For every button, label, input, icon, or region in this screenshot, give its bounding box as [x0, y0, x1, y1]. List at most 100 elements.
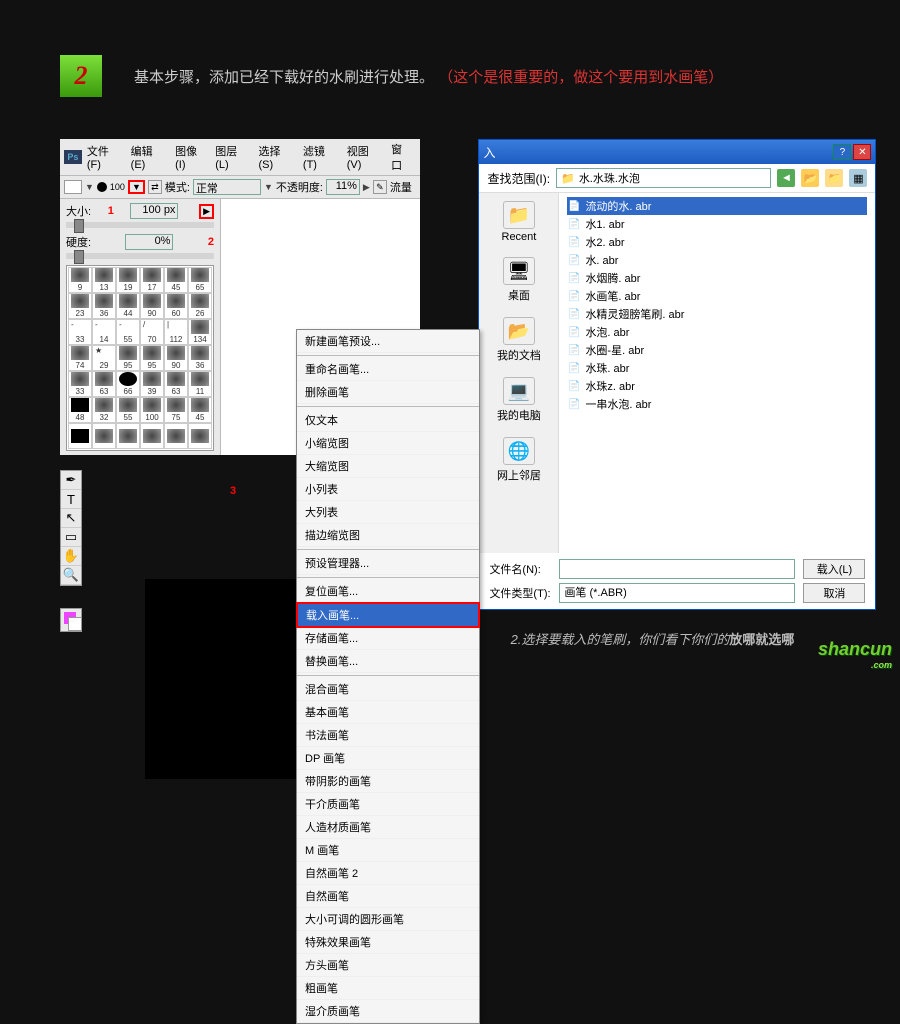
file-item[interactable]: 📄水圈-星. abr	[567, 341, 867, 359]
zoom-tool-icon[interactable]: 🔍	[61, 566, 81, 585]
brush-preset[interactable]: 100	[140, 397, 164, 423]
brush-preset[interactable]: 36	[188, 345, 212, 371]
menu-item[interactable]: 替换画笔...	[297, 650, 479, 673]
tablet-icon[interactable]: ✎	[373, 180, 387, 194]
cancel-button[interactable]: 取消	[803, 583, 865, 603]
size-input[interactable]: 100 px	[130, 203, 178, 219]
menu-item[interactable]: 复位画笔...	[297, 580, 479, 603]
menu-item[interactable]: 干介质画笔	[297, 793, 479, 816]
menu-item[interactable]: 新建画笔预设...	[297, 330, 479, 353]
filetype-select[interactable]: 画笔 (*.ABR)	[559, 583, 795, 603]
brush-preset[interactable]: 45	[188, 397, 212, 423]
menu-item[interactable]: 自然画笔 2	[297, 862, 479, 885]
brush-preset[interactable]: 9	[68, 267, 92, 293]
menu-item[interactable]: M 画笔	[297, 839, 479, 862]
brush-preset[interactable]: ★29	[92, 345, 116, 371]
places-item[interactable]: 📂我的文档	[497, 317, 541, 363]
file-item[interactable]: 📄水2. abr	[567, 233, 867, 251]
brush-preset[interactable]: 65	[188, 267, 212, 293]
menu-filter[interactable]: 滤镜(T)	[300, 143, 342, 171]
brush-preset[interactable]: 75	[164, 397, 188, 423]
file-item[interactable]: 📄水珠. abr	[567, 359, 867, 377]
brush-preset[interactable]	[68, 423, 92, 449]
file-list[interactable]: 📄流动的水. abr📄水1. abr📄水2. abr📄水. abr📄水烟腾. a…	[559, 193, 875, 553]
brush-preset[interactable]	[116, 423, 140, 449]
opacity-input[interactable]: 11%	[326, 179, 360, 195]
menu-item[interactable]: 小列表	[297, 478, 479, 501]
brush-preset[interactable]: 48	[68, 397, 92, 423]
menu-item[interactable]: 湿介质画笔	[297, 1000, 479, 1023]
menu-view[interactable]: 视图(V)	[344, 143, 386, 171]
brush-preset[interactable]: 36	[92, 293, 116, 319]
file-item[interactable]: 📄水精灵翅膀笔刷. abr	[567, 305, 867, 323]
file-item[interactable]: 📄一串水泡. abr	[567, 395, 867, 413]
brush-preset[interactable]: 32	[92, 397, 116, 423]
brush-preset[interactable]: 63	[92, 371, 116, 397]
menu-edit[interactable]: 编辑(E)	[128, 143, 170, 171]
menu-item[interactable]: 人造材质画笔	[297, 816, 479, 839]
brush-preset[interactable]	[92, 423, 116, 449]
menu-item[interactable]: 带阴影的画笔	[297, 770, 479, 793]
size-slider[interactable]	[66, 222, 214, 228]
brush-tool-icon[interactable]	[64, 180, 82, 194]
menu-item[interactable]: 预设管理器...	[297, 552, 479, 575]
menu-item[interactable]: 小缩览图	[297, 432, 479, 455]
menu-layer[interactable]: 图层(L)	[212, 143, 253, 171]
brush-preset-dropdown[interactable]: ▼	[128, 180, 145, 194]
file-item[interactable]: 📄水. abr	[567, 251, 867, 269]
brush-preset[interactable]: 26	[188, 293, 212, 319]
menu-item[interactable]: 存储画笔...	[297, 627, 479, 650]
brush-preset[interactable]: 66	[116, 371, 140, 397]
brush-preset[interactable]: 11	[188, 371, 212, 397]
places-item[interactable]: 🌐网上邻居	[497, 437, 541, 483]
menu-item[interactable]: 基本画笔	[297, 701, 479, 724]
chevron-down-icon[interactable]: ▼	[264, 182, 273, 192]
menu-item[interactable]: 重命名画笔...	[297, 358, 479, 381]
file-item[interactable]: 📄流动的水. abr	[567, 197, 867, 215]
file-item[interactable]: 📄水1. abr	[567, 215, 867, 233]
hardness-slider[interactable]	[66, 253, 214, 259]
brush-preset[interactable]: 63	[164, 371, 188, 397]
shape-tool-icon[interactable]: ▭	[61, 528, 81, 547]
flyout-menu-button[interactable]: ▶	[199, 204, 214, 219]
places-item[interactable]: 💻我的电脑	[497, 377, 541, 423]
brush-preset[interactable]: 13	[92, 267, 116, 293]
brush-preset[interactable]: 23	[68, 293, 92, 319]
brush-preset[interactable]: 90	[164, 345, 188, 371]
color-swatch[interactable]	[60, 608, 82, 632]
brush-preset[interactable]: 74	[68, 345, 92, 371]
menu-item[interactable]: 仅文本	[297, 409, 479, 432]
brush-preset[interactable]	[188, 423, 212, 449]
brush-preset[interactable]: 60	[164, 293, 188, 319]
menu-item[interactable]: 方头画笔	[297, 954, 479, 977]
brush-preset[interactable]: 33	[68, 371, 92, 397]
hand-tool-icon[interactable]: ✋	[61, 547, 81, 566]
arrow-tool-icon[interactable]: ↖	[61, 509, 81, 528]
help-button[interactable]: ?	[833, 144, 851, 160]
places-item[interactable]: 📁Recent	[502, 201, 537, 243]
brush-preset[interactable]	[140, 423, 164, 449]
file-item[interactable]: 📄水泡. abr	[567, 323, 867, 341]
file-item[interactable]: 📄水烟腾. abr	[567, 269, 867, 287]
brush-preset[interactable]: 19	[116, 267, 140, 293]
brush-preset[interactable]: 39	[140, 371, 164, 397]
menu-item[interactable]: 大小可调的圆形画笔	[297, 908, 479, 931]
menu-item[interactable]: DP 画笔	[297, 747, 479, 770]
menu-select[interactable]: 选择(S)	[255, 143, 297, 171]
menu-item[interactable]: 混合画笔	[297, 678, 479, 701]
brush-preset[interactable]: -55	[116, 319, 140, 345]
menu-item[interactable]: 删除画笔	[297, 381, 479, 404]
places-item[interactable]: 🖥桌面	[503, 257, 535, 303]
type-tool-icon[interactable]: T	[61, 490, 81, 509]
menu-item[interactable]: 粗画笔	[297, 977, 479, 1000]
menu-item[interactable]: 大缩览图	[297, 455, 479, 478]
menu-item[interactable]: 自然画笔	[297, 885, 479, 908]
new-folder-button[interactable]: 📁	[825, 169, 843, 187]
menu-image[interactable]: 图像(I)	[172, 143, 210, 171]
menu-item[interactable]: 描边缩览图	[297, 524, 479, 547]
close-button[interactable]: ✕	[853, 144, 871, 160]
brush-preset[interactable]: 44	[116, 293, 140, 319]
up-button[interactable]: 📂	[801, 169, 819, 187]
menu-file[interactable]: 文件(F)	[84, 143, 126, 171]
brush-preset[interactable]: 134	[188, 319, 212, 345]
